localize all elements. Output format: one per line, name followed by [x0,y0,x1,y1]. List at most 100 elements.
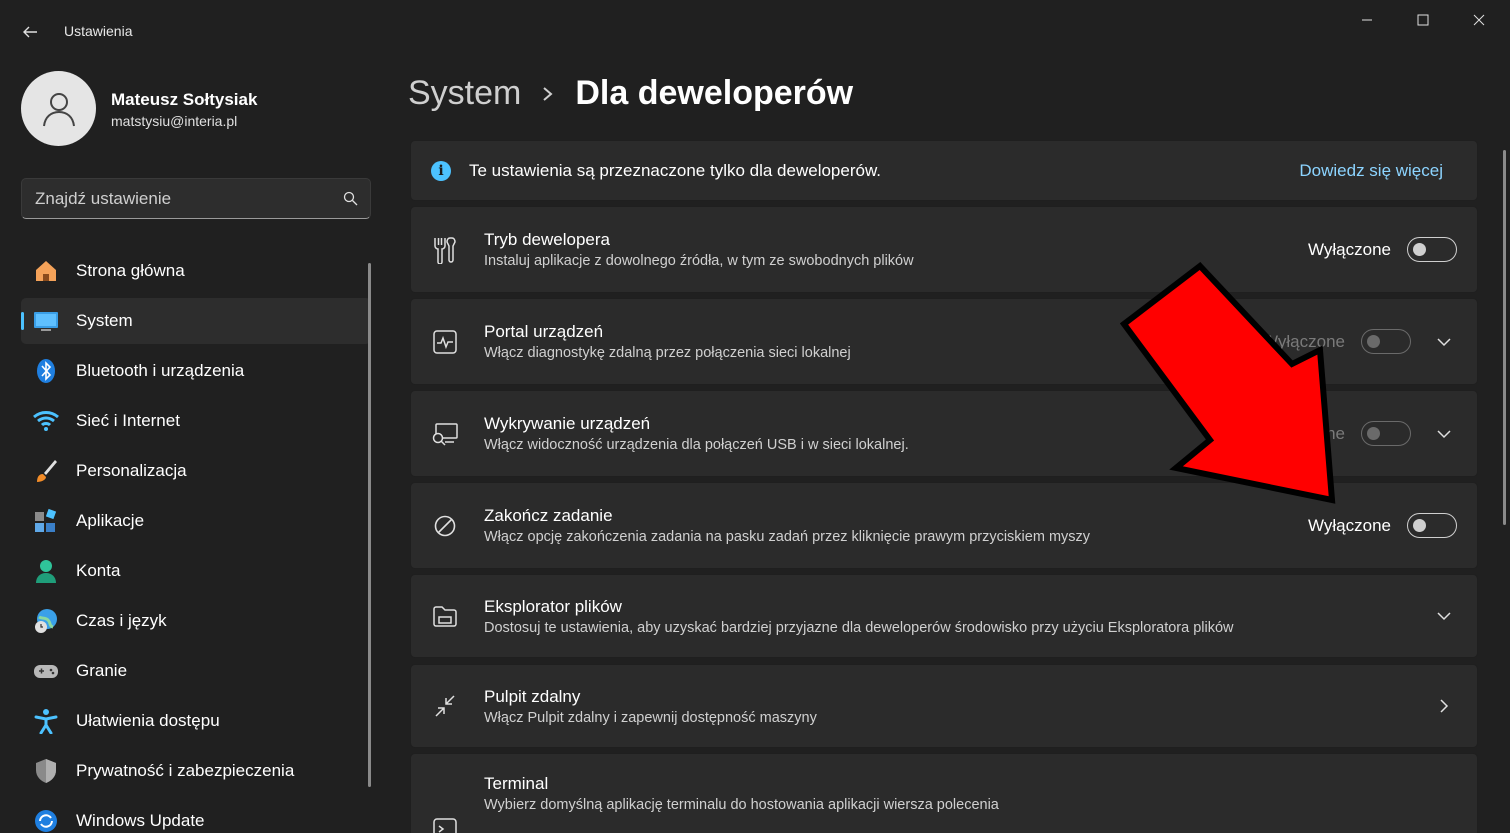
bluetooth-icon [33,358,59,384]
chevron-right-icon [541,84,555,104]
title-bar: Ustawienia [0,0,1510,56]
toggle-state-label: Wyłączone [1262,423,1345,443]
sidebar-item-windows-update[interactable]: Windows Update [21,798,371,833]
setting-end-task[interactable]: Zakończ zadanie Włącz opcję zakończenia … [410,482,1478,569]
toggle-state-label: Wyłączone [1262,331,1345,351]
setting-title: Wykrywanie urządzeń [484,414,651,433]
avatar[interactable] [21,71,96,146]
person-icon [42,92,75,126]
app-title: Ustawienia [64,23,133,39]
maximize-icon [1417,14,1429,26]
chevron-right-icon[interactable] [1429,691,1459,721]
device-discovery-toggle[interactable] [1361,421,1411,446]
search-input[interactable] [35,188,330,209]
setting-text: Zakończ zadanie Włącz opcję zakończenia … [484,506,1308,545]
arrow-left-icon [23,26,37,38]
setting-device-discovery[interactable]: Wykrywanie urządzeń Włącz widoczność urz… [410,390,1478,477]
close-button[interactable] [1451,4,1507,36]
monitor-icon [33,308,59,334]
sidebar-item-network[interactable]: Sieć i Internet [21,398,371,444]
setting-control: Wyłączone [1262,327,1459,357]
learn-more-link[interactable]: Dowiedz się więcej [1299,161,1443,181]
wifi-icon [33,408,59,434]
toggle-state-label: Wyłączone [1308,239,1391,259]
setting-remote-desktop[interactable]: Pulpit zdalny Włącz Pulpit zdalny i zape… [410,664,1478,748]
info-text: Te ustawienia są przeznaczone tylko dla … [469,160,882,180]
sidebar-item-label: Prywatność i zabezpieczenia [76,761,295,780]
setting-terminal[interactable]: Terminal Wybierz domyślną aplikację term… [410,753,1478,833]
setting-control: Wyłączone [1308,237,1457,262]
chevron-down-icon[interactable] [1429,327,1459,357]
setting-title: Tryb dewelopera [484,230,610,249]
sidebar-item-label: Windows Update [76,811,205,830]
setting-title: Terminal [484,774,549,793]
sidebar-nav: Strona główna System Bluetooth i urządze… [21,248,371,833]
sidebar-item-personalization[interactable]: Personalizacja [21,448,371,494]
setting-text: Pulpit zdalny Włącz Pulpit zdalny i zape… [484,687,1411,726]
sidebar-item-system[interactable]: System [21,298,371,344]
close-icon [1473,14,1485,26]
setting-control [1411,601,1459,631]
chevron-down-icon[interactable] [1429,601,1459,631]
chevron-down-icon[interactable] [1429,419,1459,449]
setting-control: Wyłączone [1308,513,1457,538]
setting-file-explorer[interactable]: Eksplorator plików Dostosuj te ustawieni… [410,574,1478,658]
block-icon [431,512,459,540]
sidebar-item-label: System [76,311,133,330]
sidebar-item-bluetooth[interactable]: Bluetooth i urządzenia [21,348,371,394]
sidebar-item-label: Bluetooth i urządzenia [76,361,245,380]
setting-control [1411,691,1459,721]
breadcrumb-parent[interactable]: System [408,74,521,113]
sidebar-item-label: Granie [76,661,128,680]
setting-description: Włącz opcję zakończenia zadania na pasku… [484,529,1091,545]
sidebar-item-label: Strona główna [76,261,185,280]
back-button[interactable] [14,16,46,48]
search-icon[interactable] [330,191,370,206]
sidebar-item-home[interactable]: Strona główna [21,248,371,294]
shield-icon [33,758,59,784]
setting-text: Eksplorator plików Dostosuj te ustawieni… [484,597,1411,636]
developer-mode-toggle[interactable] [1407,237,1457,262]
device-portal-toggle[interactable] [1361,329,1411,354]
maximize-button[interactable] [1395,4,1451,36]
sidebar-scrollbar[interactable] [368,263,371,787]
update-icon [33,808,59,833]
setting-device-portal[interactable]: Portal urządzeń Włącz diagnostykę zdalną… [410,298,1478,385]
sidebar-item-label: Personalizacja [76,461,187,480]
setting-control: Wyłączone [1262,419,1459,449]
sidebar-item-label: Sieć i Internet [76,411,180,430]
search-box[interactable] [21,178,371,219]
breadcrumb: System Dla deweloperów [408,74,853,113]
setting-title: Pulpit zdalny [484,686,581,706]
sidebar-item-gaming[interactable]: Granie [21,648,371,694]
setting-title: Portal urządzeń [484,322,604,341]
device-search-icon [431,420,459,448]
sidebar-item-label: Czas i język [76,611,167,630]
sidebar-item-accessibility[interactable]: Ułatwienia dostępu [21,698,371,744]
setting-developer-mode[interactable]: Tryb dewelopera Instaluj aplikacje z dow… [410,206,1478,293]
minimize-button[interactable] [1339,4,1395,36]
setting-text: Terminal Wybierz domyślną aplikację term… [484,774,1477,813]
setting-description: Włącz Pulpit zdalny i zapewnij dostępnoś… [484,709,817,726]
pulse-icon [431,328,459,356]
setting-text: Tryb dewelopera Instaluj aplikacje z dow… [484,230,1308,269]
accessibility-icon [33,708,59,734]
setting-text: Portal urządzeń Włącz diagnostykę zdalną… [484,322,1262,361]
setting-description: Dostosuj te ustawienia, aby uzyskać bard… [484,619,1234,636]
main-scrollbar[interactable] [1503,150,1506,525]
sidebar-item-accounts[interactable]: Konta [21,548,371,594]
setting-description: Wybierz domyślną aplikację terminalu do … [484,797,999,813]
sidebar-item-privacy[interactable]: Prywatność i zabezpieczenia [21,748,371,794]
apps-icon [33,508,59,534]
minimize-icon [1362,19,1372,21]
globe-clock-icon [33,608,59,634]
sidebar-item-time-language[interactable]: Czas i język [21,598,371,644]
sidebar-item-apps[interactable]: Aplikacje [21,498,371,544]
setting-title: Eksplorator plików [484,596,622,616]
profile-name: Mateusz Sołtysiak [111,90,258,109]
folder-icon [431,602,459,630]
setting-text: Wykrywanie urządzeń Włącz widoczność urz… [484,414,1262,453]
tools-icon [431,236,459,264]
end-task-toggle[interactable] [1407,513,1457,538]
terminal-icon [431,816,459,833]
